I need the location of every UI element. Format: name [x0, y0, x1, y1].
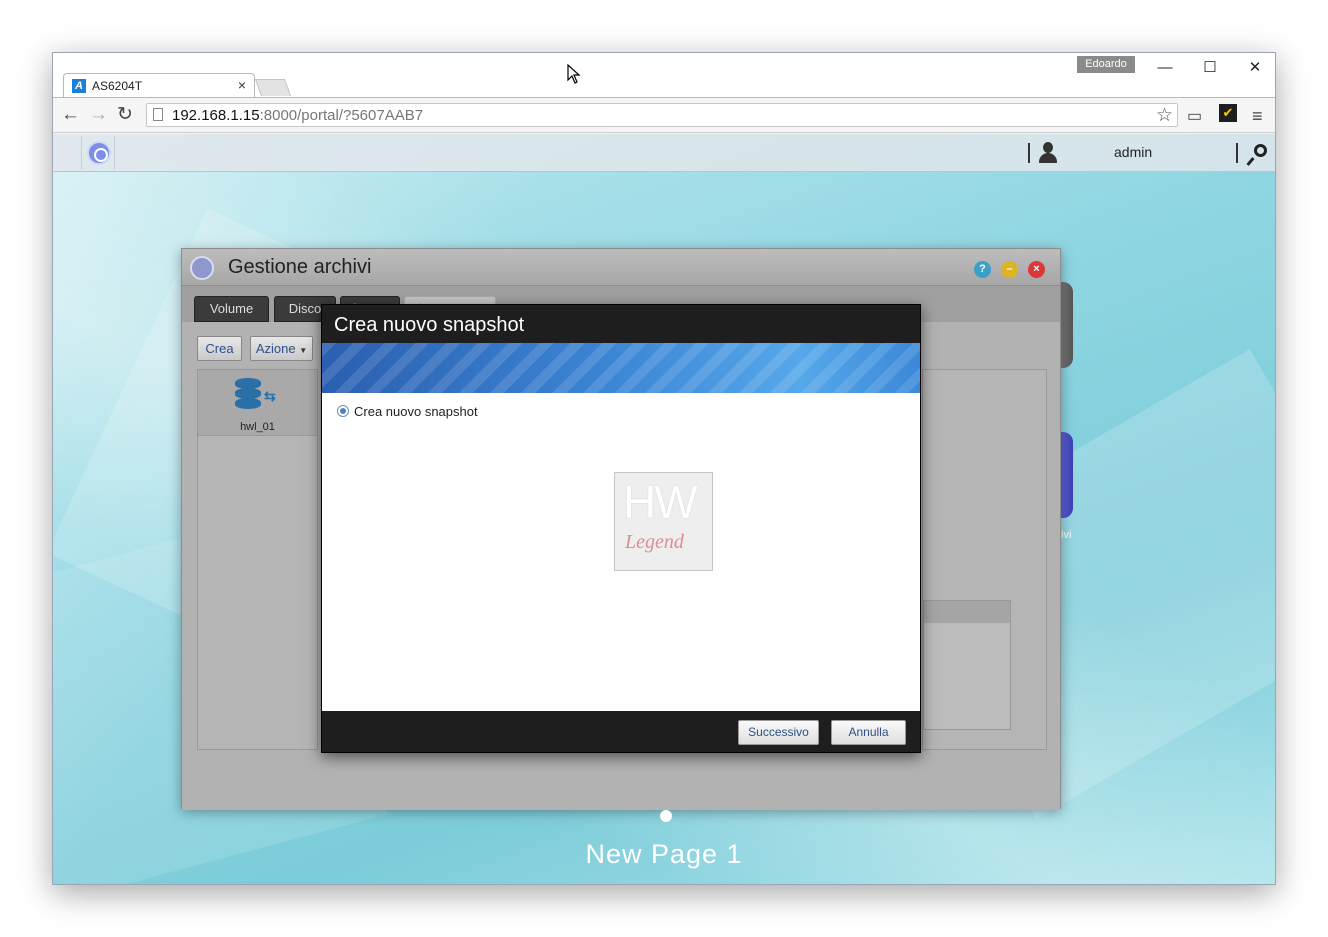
next-button[interactable]: Successivo — [738, 720, 819, 745]
desktop-page-name: New Page 1 — [585, 839, 743, 869]
back-icon[interactable]: ← — [61, 105, 80, 125]
browser-window: A AS6204T × Edoardo — ☐ ✕ ← → ↻ 192.168.… — [52, 52, 1276, 885]
divider — [1236, 143, 1238, 163]
tab-title: AS6204T — [92, 79, 143, 93]
divider — [1028, 143, 1030, 163]
page-icon — [153, 108, 163, 121]
create-snapshot-radio[interactable] — [337, 405, 349, 417]
details-table-header — [924, 601, 1010, 623]
page-indicator-dot[interactable] — [660, 810, 672, 822]
user-icon[interactable] — [1038, 142, 1058, 164]
browser-tab[interactable]: A AS6204T × — [63, 73, 255, 98]
star-icon[interactable]: ☆ — [1156, 104, 1173, 127]
adm-logo-icon — [87, 141, 111, 165]
url-path: :8000/portal/?5607AAB7 — [259, 107, 424, 124]
profile-badge[interactable]: Edoardo — [1077, 56, 1135, 73]
dialog-footer: Successivo Annulla — [322, 711, 920, 752]
hwlegend-watermark: HW Legend — [614, 472, 713, 571]
menu-icon[interactable]: ≡ — [1252, 106, 1263, 127]
dialog-banner — [322, 343, 920, 393]
tab-volume[interactable]: Volume — [194, 296, 269, 322]
details-pane — [922, 369, 1047, 750]
reload-icon[interactable]: ↻ — [117, 105, 133, 125]
watermark-top: HW — [623, 476, 698, 528]
watermark-bottom: Legend — [625, 531, 684, 553]
mouse-cursor-icon — [567, 64, 581, 84]
details-table — [923, 600, 1011, 730]
adm-start-button[interactable] — [81, 136, 115, 170]
extension-icon[interactable]: ✔ — [1219, 104, 1237, 122]
app-title-bar[interactable]: Gestione archivi ? – × — [182, 249, 1060, 286]
adm-top-bar: admin — [53, 134, 1275, 172]
address-bar[interactable]: 192.168.1.15:8000/portal/?5607AAB7 ☆ — [146, 103, 1178, 127]
url-host: 192.168.1.15 — [172, 107, 260, 124]
caret-down-icon: ▼ — [299, 346, 308, 355]
maximize-button[interactable]: ☐ — [1190, 57, 1230, 79]
title-bar: A AS6204T × Edoardo — ☐ ✕ — [53, 53, 1275, 98]
volume-item[interactable]: ⇆ hwl_01 — [198, 370, 317, 436]
transfer-arrows-icon: ⇆ — [264, 388, 276, 404]
minimize-button[interactable]: — — [1145, 57, 1185, 79]
minimize-icon[interactable]: – — [1001, 261, 1018, 278]
forward-icon[interactable]: → — [89, 105, 108, 125]
help-icon[interactable]: ? — [974, 261, 991, 278]
storage-manager-icon — [190, 256, 214, 280]
user-name[interactable]: admin — [1114, 144, 1152, 160]
cast-icon[interactable]: ▭ — [1187, 106, 1202, 126]
database-icon — [235, 378, 265, 414]
cancel-button[interactable]: Annulla — [831, 720, 906, 745]
browser-toolbar: ← → ↻ 192.168.1.15:8000/portal/?5607AAB7… — [53, 97, 1275, 133]
volume-list: ⇆ hwl_01 — [197, 369, 318, 750]
desktop-app-label: ivi — [1061, 529, 1072, 541]
adm-desktop: admin ivi Gestione archivi ? – × Volume … — [53, 134, 1275, 884]
dialog-title: Crea nuovo snapshot — [334, 314, 525, 336]
tab-close-icon[interactable]: × — [238, 77, 246, 93]
app-title: Gestione archivi — [228, 256, 372, 278]
create-button[interactable]: Crea — [197, 336, 242, 361]
close-icon[interactable]: × — [1028, 261, 1045, 278]
new-tab-button[interactable] — [254, 79, 292, 96]
action-dropdown[interactable]: Azione ▼ — [250, 336, 313, 361]
search-icon[interactable] — [1246, 144, 1270, 166]
close-window-button[interactable]: ✕ — [1235, 57, 1275, 79]
volume-name: hwl_01 — [240, 421, 275, 433]
asustor-favicon-icon: A — [72, 79, 86, 93]
action-label: Azione — [255, 341, 296, 356]
create-snapshot-option-label[interactable]: Crea nuovo snapshot — [354, 404, 478, 419]
create-snapshot-dialog: Crea nuovo snapshot Crea nuovo snapshot … — [321, 304, 921, 753]
dialog-content: Crea nuovo snapshot HW Legend — [322, 393, 920, 711]
url-text: 192.168.1.15:8000/portal/?5607AAB7 — [172, 107, 423, 124]
